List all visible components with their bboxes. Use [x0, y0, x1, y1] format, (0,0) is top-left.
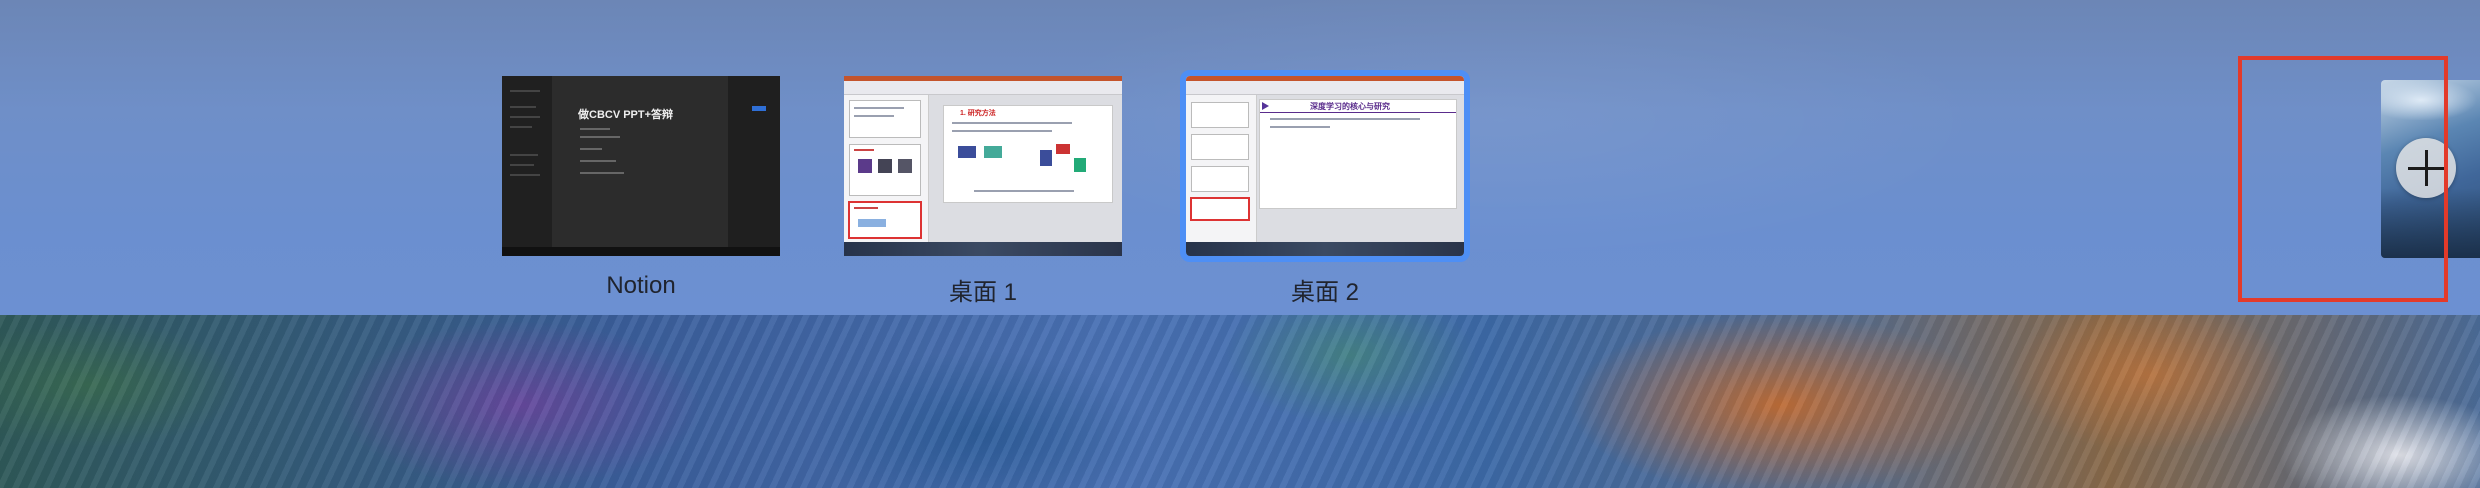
slide-panel [1186, 95, 1257, 242]
space-label-desktop-1: 桌面 1 [948, 279, 1017, 306]
slide-heading: 1. 研究方法 [960, 110, 996, 117]
space-label-desktop-2: 桌面 2 [1290, 279, 1359, 306]
desktop-wallpaper [0, 315, 2480, 488]
notion-page-title: 做CBCV PPT+答辩 [578, 109, 674, 121]
dock [502, 247, 780, 256]
mission-control-spaces-bar: 做CBCV PPT+答辩 Notion 1. 研究方法 桌面 1 深度学习的核心… [0, 0, 2480, 315]
slide-canvas: 1. 研究方法 [944, 106, 1112, 202]
space-thumbnail-desktop-2[interactable]: 深度学习的核心与研究 [1180, 70, 1470, 262]
notion-sidebar [502, 76, 553, 256]
slide-canvas: 深度学习的核心与研究 [1260, 100, 1456, 208]
space-thumbnail-desktop-1[interactable]: 1. 研究方法 [844, 76, 1122, 256]
dock [1186, 242, 1464, 256]
space-label-notion: Notion [606, 272, 676, 299]
dock [844, 242, 1122, 256]
space-desktop-1[interactable]: 1. 研究方法 桌面 1 [844, 76, 1122, 306]
slide-heading: 深度学习的核心与研究 [1310, 102, 1390, 111]
space-notion[interactable]: 做CBCV PPT+答辩 Notion [502, 76, 780, 299]
space-thumbnail-notion[interactable]: 做CBCV PPT+答辩 [502, 76, 780, 256]
notion-page [552, 76, 728, 256]
slide-panel [844, 95, 929, 242]
space-desktop-2[interactable]: 深度学习的核心与研究 桌面 2 [1180, 70, 1470, 306]
highlight-box [2238, 56, 2448, 302]
notion-right-panel [728, 76, 780, 256]
